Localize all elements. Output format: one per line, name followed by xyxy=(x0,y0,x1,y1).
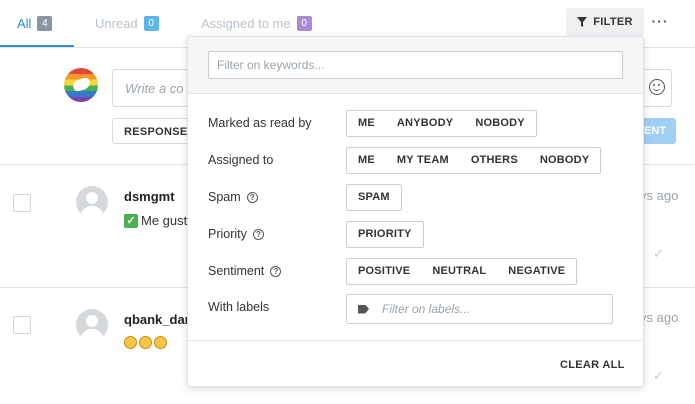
filter-label-text: Sentiment xyxy=(208,264,265,278)
tab-assigned-label: Assigned to me xyxy=(201,16,291,31)
option-priority[interactable]: PRIORITY xyxy=(347,222,423,247)
check-icon[interactable]: ✓ xyxy=(653,368,664,384)
filter-button[interactable]: FILTER xyxy=(566,8,644,36)
more-options-icon[interactable]: ··· xyxy=(650,10,670,34)
filter-label-text: Spam xyxy=(208,190,241,204)
option-negative[interactable]: NEGATIVE xyxy=(497,259,576,284)
keywords-filter-input[interactable] xyxy=(208,51,623,79)
option-positive[interactable]: POSITIVE xyxy=(347,259,421,284)
option-spam[interactable]: SPAM xyxy=(347,185,401,210)
option-me[interactable]: ME xyxy=(347,148,386,173)
tag-icon xyxy=(358,304,369,314)
filter-label: Priority ? xyxy=(208,227,264,241)
help-icon[interactable]: ? xyxy=(246,191,258,203)
message-checkbox[interactable] xyxy=(13,194,31,212)
tab-unread-count-badge: 0 xyxy=(143,16,159,31)
filter-label: Sentiment ? xyxy=(208,264,282,278)
filter-button-label: FILTER xyxy=(593,16,633,28)
tab-unread-label: Unread xyxy=(95,16,138,31)
tab-all[interactable]: All 4 xyxy=(17,0,53,47)
account-avatar xyxy=(64,68,98,102)
filter-label-text: Priority xyxy=(208,227,247,241)
option-anybody[interactable]: ANYBODY xyxy=(386,111,464,136)
check-mark-emoji-icon: ✓ xyxy=(124,213,138,228)
avatar xyxy=(76,186,108,218)
tab-all-count-badge: 4 xyxy=(37,16,53,31)
read-by-options: ME ANYBODY NOBODY xyxy=(346,110,537,137)
comment-placeholder: Write a co xyxy=(125,81,184,96)
emoji-face-icon xyxy=(139,336,152,349)
message-time: ys ago xyxy=(640,310,679,325)
filter-row-spam: Spam ? SPAM xyxy=(208,184,628,211)
tab-assigned-count-badge: 0 xyxy=(296,16,312,31)
filter-panel: Marked as read by ME ANYBODY NOBODY Assi… xyxy=(187,36,644,387)
tab-unread[interactable]: Unread 0 xyxy=(95,0,159,47)
check-icon[interactable]: ✓ xyxy=(653,246,664,262)
filter-label: Assigned to xyxy=(208,153,274,167)
filter-row-priority: Priority ? PRIORITY xyxy=(208,221,628,248)
filter-row-read-by: Marked as read by ME ANYBODY NOBODY xyxy=(208,110,628,137)
active-tab-indicator xyxy=(0,45,74,47)
filter-row-assigned-to: Assigned to ME MY TEAM OTHERS NOBODY xyxy=(208,147,628,174)
divider xyxy=(188,340,643,341)
filter-row-labels: With labels Filter on labels... xyxy=(208,294,628,324)
sentiment-options: POSITIVE NEUTRAL NEGATIVE xyxy=(346,258,578,285)
avatar xyxy=(76,309,108,341)
funnel-icon xyxy=(577,17,588,27)
option-nobody[interactable]: NOBODY xyxy=(464,111,535,136)
filter-row-sentiment: Sentiment ? POSITIVE NEUTRAL NEGATIVE xyxy=(208,258,628,285)
message-text: ✓ Me gust xyxy=(124,213,187,228)
help-icon[interactable]: ? xyxy=(270,265,282,277)
message-text-content: Me gust xyxy=(141,213,188,228)
assigned-to-options: ME MY TEAM OTHERS NOBODY xyxy=(346,147,602,174)
message-checkbox[interactable] xyxy=(13,316,31,334)
priority-options: PRIORITY xyxy=(346,221,424,248)
option-neutral[interactable]: NEUTRAL xyxy=(421,259,497,284)
emoji-icon[interactable] xyxy=(649,79,665,95)
filter-label: Spam ? xyxy=(208,190,258,204)
option-my-team[interactable]: MY TEAM xyxy=(386,148,460,173)
spam-options: SPAM xyxy=(346,184,402,211)
tab-all-label: All xyxy=(17,16,32,31)
message-text xyxy=(124,336,169,349)
help-icon[interactable]: ? xyxy=(252,228,264,240)
option-nobody[interactable]: NOBODY xyxy=(529,148,600,173)
clear-all-button[interactable]: CLEAR ALL xyxy=(560,359,625,371)
message-time: ys ago xyxy=(640,188,679,203)
filter-label: Marked as read by xyxy=(208,116,312,130)
filter-label: With labels xyxy=(208,300,270,314)
message-username[interactable]: qbank_dar xyxy=(124,312,190,327)
labels-filter-placeholder: Filter on labels... xyxy=(382,302,471,316)
message-username[interactable]: dsmgmt xyxy=(124,189,175,204)
emoji-face-icon xyxy=(154,336,167,349)
option-others[interactable]: OTHERS xyxy=(460,148,529,173)
filter-panel-header xyxy=(188,37,643,94)
option-me[interactable]: ME xyxy=(347,111,386,136)
labels-filter-input[interactable]: Filter on labels... xyxy=(346,294,613,324)
emoji-face-icon xyxy=(124,336,137,349)
